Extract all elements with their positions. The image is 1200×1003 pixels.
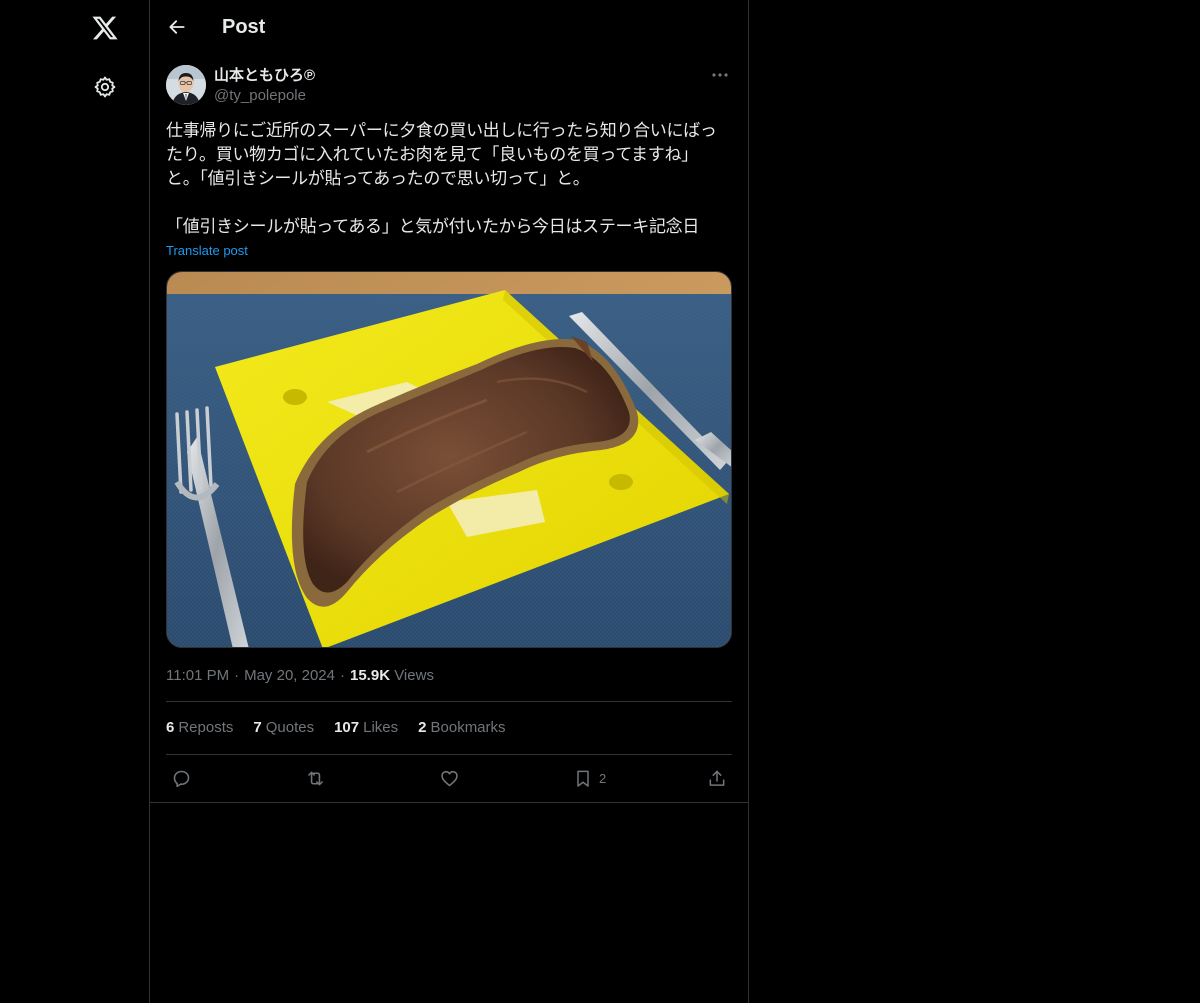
views-label: Views — [394, 667, 434, 684]
author-name[interactable]: 山本ともひろ℗ — [214, 66, 315, 86]
quotes-count: 7 — [253, 719, 262, 736]
meta-separator: · — [340, 667, 345, 684]
post-date[interactable]: May 20, 2024 — [244, 667, 335, 684]
views-count: 15.9K — [350, 667, 391, 684]
post-text-line: と。「値引きシールが貼ってあったので思い切って」と。 — [166, 169, 590, 189]
main-column: Post 山本ともひろ℗ @ty_polepole 仕事帰りにご近所のスーパーに… — [149, 0, 749, 1003]
app: Post 山本ともひろ℗ @ty_polepole 仕事帰りにご近所のスーパーに… — [0, 0, 1200, 1003]
reply-button[interactable] — [171, 764, 192, 792]
bookmark-icon — [577, 770, 589, 787]
post-actions: 2 — [166, 764, 732, 792]
quotes-stat[interactable]: 7 Quotes — [253, 718, 314, 738]
x-logo-icon[interactable] — [81, 4, 129, 52]
like-button[interactable] — [439, 764, 460, 792]
likes-stat[interactable]: 107 Likes — [334, 718, 398, 738]
likes-label: Likes — [363, 719, 399, 736]
page-title: Post — [222, 16, 266, 38]
post-stats: 6 Reposts 7 Quotes 107 Likes 2 Bookmarks — [166, 718, 506, 738]
arrow-left-icon — [169, 20, 185, 34]
more-dots-icon — [712, 73, 728, 77]
repost-icon — [308, 771, 323, 785]
bookmarks-count: 2 — [418, 719, 427, 736]
post-text-line: 「値引きシールが貼ってある」と気が付いたから今日はステーキ記念日 — [166, 217, 700, 237]
share-button[interactable] — [707, 764, 727, 792]
post-text-line: たり。買い物カゴに入れていたお肉を見て「良いものを買ってますね」 — [166, 145, 698, 165]
likes-count: 107 — [334, 719, 360, 736]
author-handle[interactable]: @ty_polepole — [214, 86, 306, 106]
post-meta: 11:01 PM · May 20, 2024 · 15.9K Views — [166, 666, 434, 686]
heart-icon — [441, 770, 458, 786]
repost-button[interactable] — [304, 764, 327, 792]
post-time[interactable]: 11:01 PM — [166, 667, 229, 684]
reposts-count: 6 — [166, 719, 175, 736]
divider — [166, 701, 732, 702]
more-options-button[interactable] — [708, 64, 732, 86]
post-text-line: 仕事帰りにご近所のスーパーに夕食の買い出しに行ったら知り合いにばっ — [166, 121, 717, 141]
page-header: Post — [150, 0, 748, 53]
divider — [166, 754, 732, 755]
post-text: 仕事帰りにご近所のスーパーに夕食の買い出しに行ったら知り合いにばっ たり。買い物… — [166, 119, 732, 239]
meta-separator: · — [234, 667, 240, 684]
bookmark-count: 2 — [599, 770, 607, 786]
sidebar-nav — [0, 0, 149, 1003]
reply-icon — [173, 770, 190, 787]
bookmarks-stat[interactable]: 2 Bookmarks — [418, 718, 505, 738]
reposts-label: Reposts — [178, 719, 234, 736]
post-image[interactable] — [166, 271, 732, 648]
back-button[interactable] — [160, 10, 194, 44]
share-icon — [709, 770, 725, 786]
avatar[interactable] — [166, 65, 206, 105]
post-bottom-border — [150, 802, 748, 803]
bookmark-button[interactable]: 2 — [573, 764, 606, 792]
translate-post-link[interactable]: Translate post — [166, 242, 248, 260]
gear-icon[interactable] — [81, 63, 129, 111]
quotes-label: Quotes — [265, 719, 315, 736]
reposts-stat[interactable]: 6 Reposts — [166, 718, 233, 738]
bookmarks-label: Bookmarks — [430, 719, 506, 736]
